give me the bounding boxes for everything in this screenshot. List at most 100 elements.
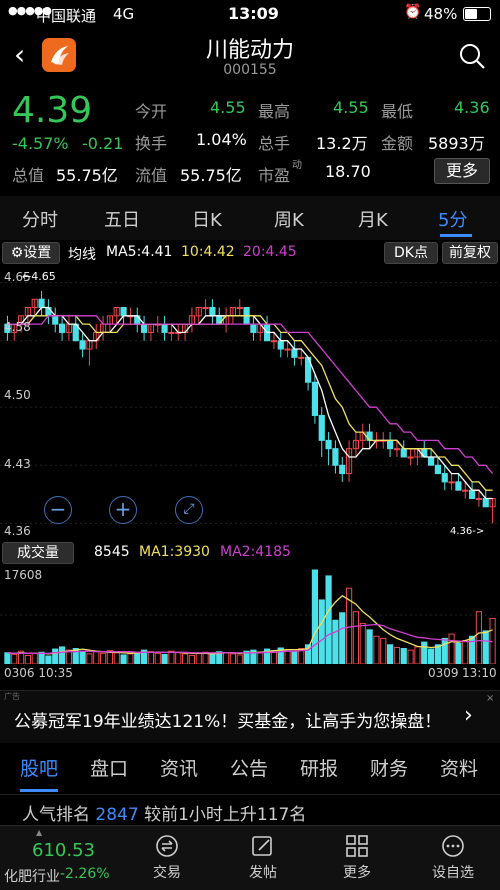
tab-news[interactable]: 资讯	[160, 754, 198, 781]
candle-body	[284, 348, 291, 351]
tab-5min[interactable]: 5分	[438, 206, 467, 232]
candle-body	[475, 497, 483, 500]
candle-body	[339, 464, 346, 475]
tab-pankou[interactable]: 盘口	[90, 754, 128, 781]
mktcap-label: 总值	[12, 166, 45, 185]
zoom-in-icon[interactable]: +	[109, 496, 137, 524]
volume-bar	[209, 653, 216, 664]
tab-announcement[interactable]: 公告	[230, 754, 268, 781]
tab-intraday[interactable]: 分时	[22, 206, 58, 232]
tab-five-day[interactable]: 五日	[104, 206, 140, 232]
close-ad-icon[interactable]: ×	[486, 693, 494, 704]
tab-research[interactable]: 研报	[300, 754, 338, 781]
current-price: 4.39	[12, 90, 93, 131]
volume-header: 成交量 8545 MA1:3930 MA2:4185	[0, 540, 500, 566]
volume-bar	[24, 654, 32, 664]
volume-value: 13.2万	[316, 134, 368, 153]
volume-bar	[475, 611, 483, 664]
tab-guba[interactable]: 股吧	[20, 754, 58, 781]
candle-body	[455, 481, 462, 491]
ma5-value: MA5:4.41	[106, 244, 173, 260]
volume-bar	[366, 629, 373, 664]
rank-value: 2847	[95, 805, 139, 825]
tab-finance[interactable]: 财务	[370, 754, 408, 781]
bottom-toolbar: ▲ 610.53 化肥行业 -2.26% 交易 发帖 更多 设自选	[0, 825, 500, 890]
volume-bar	[359, 622, 366, 664]
high-value: 4.55	[333, 98, 369, 117]
pe-label: 市盈	[258, 166, 291, 185]
fq-button[interactable]: 前复权	[442, 242, 498, 264]
volume-bar	[147, 651, 155, 664]
volume-bar	[175, 652, 182, 664]
period-tabs: 分时 五日 日K 周K 月K 5分	[0, 196, 500, 240]
low-marker: 4.36->	[450, 526, 485, 537]
volume-chart[interactable]	[0, 566, 500, 664]
volume-bar	[393, 646, 401, 664]
volume-bar	[441, 637, 448, 664]
candle-body	[38, 298, 45, 309]
industry-index-value[interactable]: 610.53	[32, 840, 95, 861]
industry-name[interactable]: 化肥行业	[4, 866, 60, 886]
vol-ma2: MA2:4185	[220, 544, 291, 560]
fullscreen-icon[interactable]: ⤢	[175, 496, 203, 524]
volume-bar	[229, 653, 237, 664]
volume-bar	[168, 650, 175, 664]
ad-banner[interactable]: 广告 公募冠军19年业绩达121%！买基金，让高手为您操盘！ › ×	[0, 690, 500, 743]
popularity-rank[interactable]: 人气排名 2847 较前1小时上升117名	[22, 800, 306, 825]
candle-body	[79, 340, 86, 350]
volume-bar	[127, 653, 134, 664]
volume-bar	[339, 612, 346, 664]
carrier-label: 中国联通	[36, 7, 97, 25]
exchange-icon	[156, 835, 178, 857]
volume-max: 17608	[4, 568, 43, 582]
network-label: 4G	[113, 5, 135, 23]
volume-bar	[188, 654, 196, 664]
candle-body	[407, 456, 414, 459]
more-menu-button[interactable]: 更多	[322, 834, 392, 882]
candle-body	[168, 331, 175, 334]
change-value: -0.21	[82, 134, 124, 153]
volume-indicator-button[interactable]: 成交量	[2, 542, 74, 564]
gear-icon: ⚙	[10, 245, 24, 261]
volume-bar	[400, 648, 407, 664]
search-icon[interactable]	[458, 42, 486, 74]
time-end-time: 13:10	[462, 666, 497, 680]
volume-now: 8545	[94, 544, 130, 560]
rank-desc: 较前1小时上升117名	[144, 805, 307, 825]
tab-weekly-k[interactable]: 周K	[274, 206, 304, 232]
time-start: 0306 10:35	[4, 666, 73, 680]
candle-body	[393, 448, 401, 451]
candle-body	[448, 481, 455, 484]
add-watchlist-button[interactable]: 设自选	[418, 834, 488, 882]
ma10-value: 10:4.42	[181, 244, 235, 260]
candle-body	[441, 473, 448, 483]
volume-bar	[58, 646, 66, 664]
tab-daily-k[interactable]: 日K	[192, 206, 222, 232]
candle-body	[52, 315, 59, 325]
dk-button[interactable]: DK点	[384, 242, 438, 264]
low-label: 最低	[381, 102, 414, 121]
tab-monthly-k[interactable]: 月K	[358, 206, 388, 232]
edit-icon	[252, 836, 272, 856]
ma5-line	[7, 306, 493, 500]
volume-bar	[236, 654, 243, 664]
zoom-out-icon[interactable]: −	[44, 496, 72, 524]
settings-button[interactable]: ⚙设置	[2, 242, 60, 264]
candle-body	[462, 489, 469, 492]
volume-bar	[93, 651, 100, 664]
trade-button[interactable]: 交易	[132, 834, 202, 882]
amount-value: 5893万	[428, 134, 485, 153]
tab-profile[interactable]: 资料	[440, 754, 478, 781]
price-chart[interactable]	[0, 266, 500, 540]
alarm-icon: ⏰	[404, 4, 422, 20]
more-button[interactable]: 更多	[434, 158, 490, 184]
post-button[interactable]: 发帖	[228, 834, 298, 882]
candle-body	[250, 323, 257, 333]
volume-bar	[195, 652, 202, 664]
candle-body	[325, 439, 332, 450]
open-label: 今开	[135, 102, 168, 121]
candle-body	[277, 340, 284, 350]
volume-bar	[99, 652, 107, 664]
volume-bar	[181, 653, 189, 664]
candle-body	[400, 448, 407, 458]
